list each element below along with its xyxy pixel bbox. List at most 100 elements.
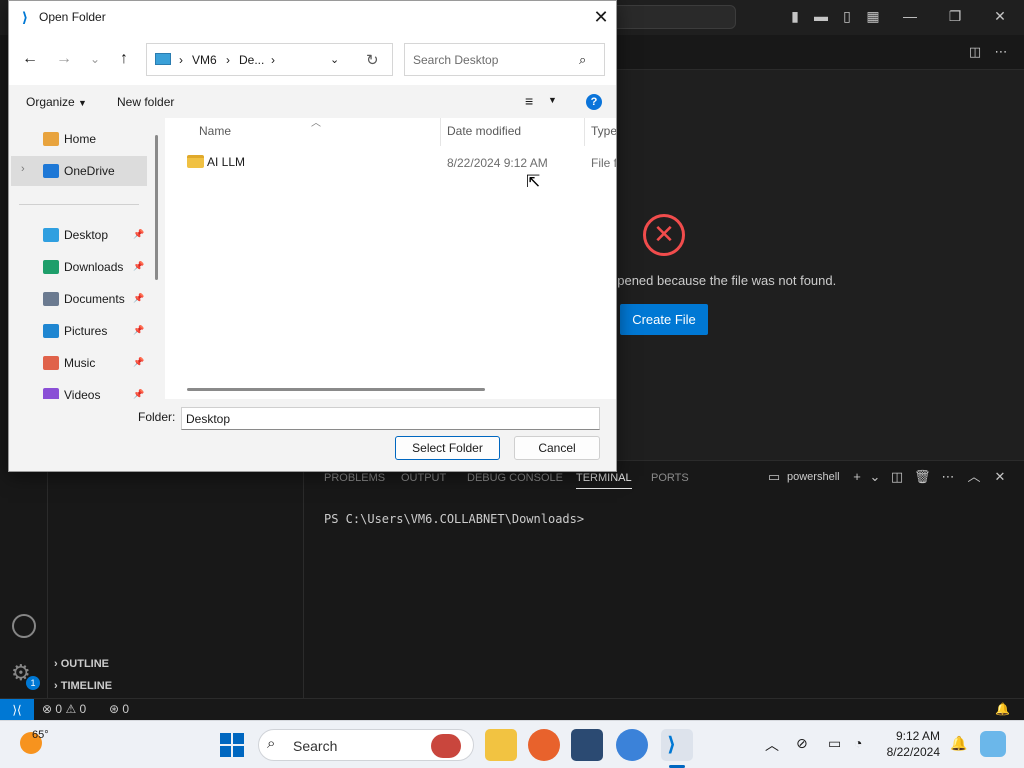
pin-icon: 📌: [133, 293, 145, 303]
tab-output[interactable]: OUTPUT: [401, 472, 446, 484]
terminal-prompt[interactable]: PS C:\Users\VM6.COLLABNET\Downloads>: [324, 512, 584, 526]
refresh-icon[interactable]: ↻: [366, 51, 379, 69]
open-folder-dialog: ⟩ Open Folder ✕ ← → ⌄ ↑ › VM6 › De... › …: [8, 0, 617, 472]
file-type: File fo: [591, 156, 616, 170]
clock-date[interactable]: 8/22/2024: [880, 745, 940, 759]
view-options-icon[interactable]: ≡: [525, 93, 533, 109]
show-hidden-icons-chevron-icon[interactable]: ︿: [765, 735, 779, 755]
cancel-button[interactable]: Cancel: [514, 436, 600, 460]
terminal-shell-label[interactable]: powershell: [787, 471, 840, 483]
forward-arrow-icon[interactable]: →: [53, 49, 75, 69]
view-dropdown-icon[interactable]: ▼: [548, 95, 557, 105]
column-header-type[interactable]: Type: [591, 124, 616, 138]
nav-pane-scrollbar[interactable]: [155, 135, 158, 280]
tab-problems[interactable]: PROBLEMS: [324, 472, 385, 484]
breadcrumb-vm6[interactable]: VM6: [192, 53, 217, 67]
dialog-title: Open Folder: [39, 10, 106, 24]
dialog-title-bar: ⟩ Open Folder ✕: [9, 1, 616, 33]
tab-debug-console[interactable]: DEBUG CONSOLE: [467, 472, 563, 484]
nav-item-downloads[interactable]: Downloads 📌: [11, 252, 147, 282]
notifications-bell-icon[interactable]: 🔔: [995, 702, 1010, 716]
back-arrow-icon[interactable]: ←: [19, 49, 41, 69]
breadcrumb-desktop[interactable]: De...: [239, 53, 264, 67]
toggle-primary-sidebar-icon[interactable]: ▮: [787, 8, 803, 24]
close-panel-icon[interactable]: ✕: [992, 469, 1008, 485]
outline-label: OUTLINE: [60, 658, 110, 670]
kill-terminal-icon[interactable]: 🗑: [914, 469, 931, 485]
chrome-app-icon[interactable]: [616, 729, 648, 761]
list-item[interactable]: AI LLM 8/22/2024 9:12 AM File fo: [179, 149, 616, 175]
documents-icon: [43, 292, 59, 306]
column-header-date-modified[interactable]: Date modified: [447, 124, 521, 138]
recent-locations-chevron-icon[interactable]: ⌄: [84, 49, 106, 69]
virtualbox-app-icon[interactable]: [571, 729, 603, 761]
nav-item-music[interactable]: Music 📌: [11, 348, 147, 378]
address-dropdown-icon[interactable]: ⌄: [330, 53, 339, 66]
column-divider[interactable]: [584, 118, 585, 146]
network-offline-icon[interactable]: ⊘: [796, 735, 808, 752]
notification-bell-icon[interactable]: 🔔: [950, 735, 967, 752]
create-file-button[interactable]: Create File: [620, 304, 708, 335]
column-divider[interactable]: [440, 118, 441, 146]
dialog-navigation-bar: ← → ⌄ ↑ › VM6 › De... › ⌄ ↻ Search Deskt…: [9, 33, 616, 85]
maximize-panel-icon[interactable]: ︿: [966, 469, 982, 485]
nav-item-home[interactable]: Home: [11, 124, 147, 154]
expand-chevron-icon[interactable]: ›: [21, 163, 25, 175]
organize-menu[interactable]: Organize ▼: [26, 95, 87, 109]
nav-item-label: Desktop: [64, 228, 109, 242]
customize-layout-icon[interactable]: ▦: [865, 8, 881, 24]
search-desktop-box[interactable]: Search Desktop ⌕: [404, 43, 605, 76]
select-folder-button[interactable]: Select Folder: [395, 436, 500, 460]
nav-item-pictures[interactable]: Pictures 📌: [11, 316, 147, 346]
pin-icon: 📌: [133, 389, 145, 399]
vscode-app-icon[interactable]: ⟩: [661, 729, 693, 761]
panel-more-icon[interactable]: ⋯: [940, 469, 956, 485]
timeline-section[interactable]: › TIMELINE: [54, 680, 112, 692]
nav-item-documents[interactable]: Documents 📌: [11, 284, 147, 314]
window-close-icon[interactable]: ✕: [992, 8, 1008, 24]
volume-icon[interactable]: ◔: [854, 735, 862, 751]
nav-item-label: Videos: [64, 388, 101, 399]
outline-section[interactable]: › OUTLINE: [54, 658, 109, 670]
ports-status[interactable]: ⊛ 0: [109, 702, 129, 716]
antenna-icon: ⊛: [109, 702, 120, 716]
restore-icon[interactable]: ❐: [947, 8, 963, 24]
display-icon[interactable]: ▭: [828, 735, 841, 752]
up-arrow-icon[interactable]: ↑: [113, 49, 135, 69]
dialog-close-icon[interactable]: ✕: [589, 5, 613, 29]
split-editor-icon[interactable]: ◫: [967, 44, 983, 60]
nav-item-desktop[interactable]: Desktop 📌: [11, 220, 147, 250]
help-icon[interactable]: ?: [586, 94, 602, 110]
copilot-app-icon[interactable]: [980, 731, 1006, 757]
horizontal-scrollbar[interactable]: [187, 388, 485, 391]
column-header-name[interactable]: Name: [199, 124, 231, 138]
more-actions-icon[interactable]: ⋯: [993, 44, 1009, 60]
minimize-icon[interactable]: —: [902, 8, 918, 24]
start-button[interactable]: [220, 733, 244, 757]
organize-dropdown-icon: ▼: [78, 98, 87, 108]
new-folder-button[interactable]: New folder: [117, 95, 174, 109]
nav-item-onedrive[interactable]: › OneDrive: [11, 156, 147, 186]
tab-terminal[interactable]: TERMINAL: [576, 472, 632, 489]
new-terminal-icon[interactable]: +: [849, 469, 865, 485]
windows-logo-icon: [220, 733, 231, 744]
tab-ports[interactable]: PORTS: [651, 472, 689, 484]
nav-item-videos[interactable]: Videos 📌: [11, 380, 147, 399]
taskbar-search[interactable]: ⌕ Search: [258, 729, 474, 761]
toggle-panel-icon[interactable]: ▬: [813, 8, 829, 24]
toggle-secondary-sidebar-icon[interactable]: ▯: [839, 8, 855, 24]
firefox-app-icon[interactable]: [528, 729, 560, 761]
file-explorer-app-icon[interactable]: [485, 729, 517, 761]
folder-input[interactable]: [181, 407, 600, 430]
breadcrumb-separator-icon: ›: [271, 53, 275, 67]
timeline-label: TIMELINE: [60, 680, 113, 692]
remote-indicator-icon[interactable]: ⟩⟨: [0, 699, 34, 721]
clock-time[interactable]: 9:12 AM: [892, 729, 940, 743]
weather-temperature[interactable]: 65°: [32, 729, 49, 741]
onedrive-icon: [43, 164, 59, 178]
address-bar[interactable]: › VM6 › De... › ⌄ ↻: [146, 43, 393, 76]
problems-status[interactable]: ⊗ 0 ⚠ 0: [42, 702, 86, 716]
split-terminal-icon[interactable]: ◫: [889, 469, 905, 485]
accounts-icon[interactable]: [12, 614, 36, 638]
terminal-dropdown-icon[interactable]: ⌄: [867, 469, 883, 485]
